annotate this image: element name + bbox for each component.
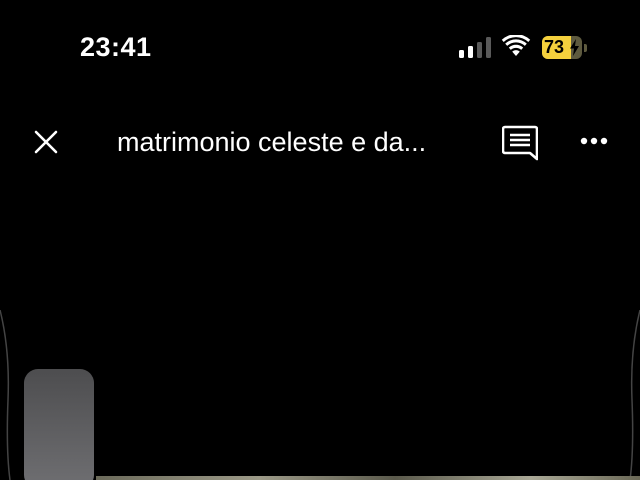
close-icon [34,130,58,154]
more-options-icon [580,137,608,145]
media-viewer[interactable] [0,180,640,480]
page-title: matrimonio celeste e da... [117,127,427,157]
battery-icon: 73 [542,36,590,60]
viewer-header: matrimonio celeste e da... [0,110,640,174]
scroll-handle[interactable] [24,369,94,480]
wifi-icon [501,35,531,56]
screen-edge-left [0,310,11,480]
charging-bolt-icon [570,39,579,56]
close-button[interactable] [24,120,68,164]
signal-icon [459,37,491,58]
photo-preview[interactable] [96,476,640,480]
battery-level: 73 [544,37,565,57]
status-time: 23:41 [80,32,152,62]
more-options-button[interactable] [570,120,618,164]
status-bar: 23:41 73 [0,0,640,95]
comments-icon [502,125,538,161]
screen-edge-right [629,310,640,480]
comments-button[interactable] [496,120,542,166]
